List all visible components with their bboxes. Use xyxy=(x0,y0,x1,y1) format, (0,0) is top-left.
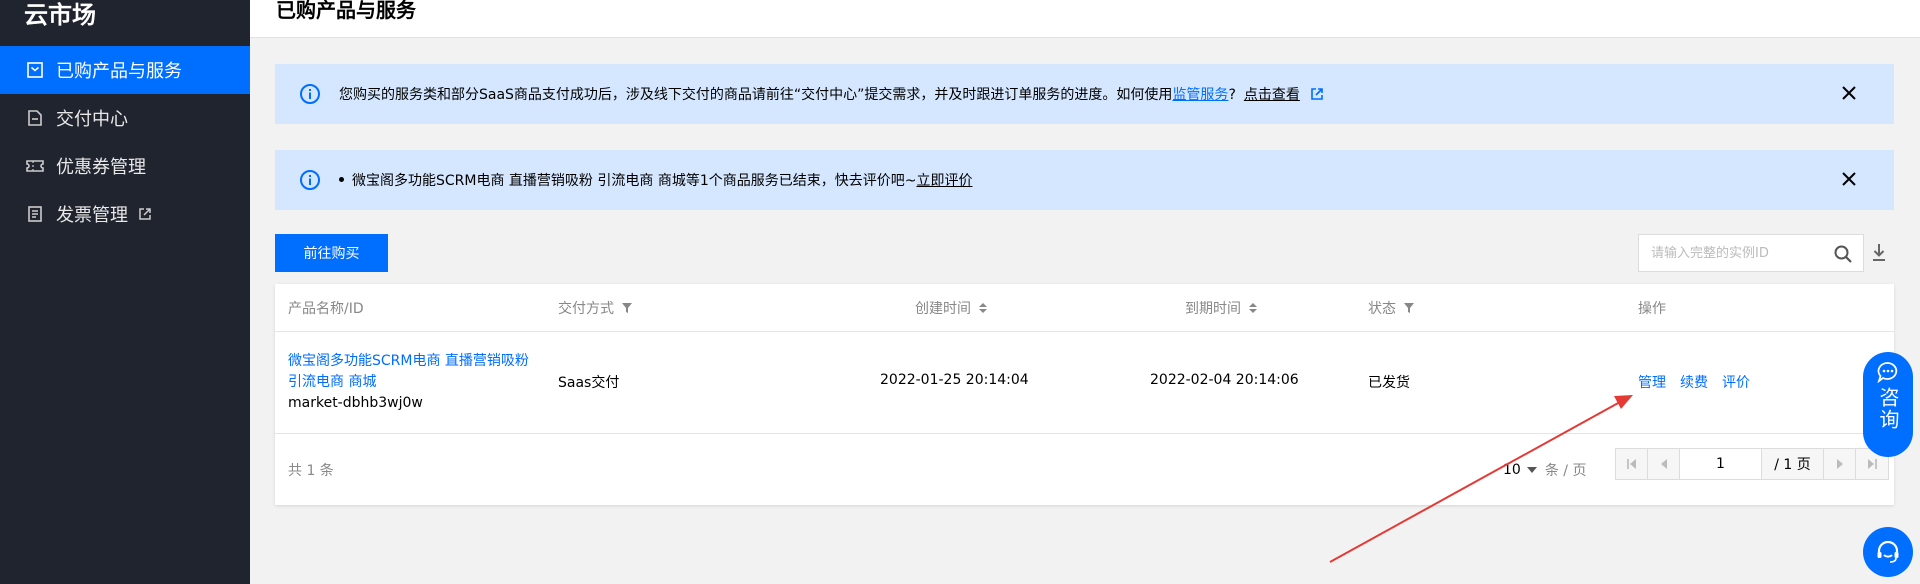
sort-icon[interactable] xyxy=(1248,302,1258,314)
next-page-button[interactable] xyxy=(1824,449,1856,479)
column-header-product: 产品名称/ID xyxy=(288,301,364,317)
info-icon xyxy=(300,84,320,104)
notice-banner-supervision: 您购买的服务类和部分SaaS商品支付成功后，涉及线下交付的商品请前往“交付中心”… xyxy=(275,64,1894,124)
caret-down-icon xyxy=(1526,467,1537,473)
external-link-icon xyxy=(138,207,152,221)
delivery-method: Saas交付 xyxy=(558,375,620,391)
column-header-expires[interactable]: 到期时间 xyxy=(1185,298,1258,318)
chevron-left-icon xyxy=(1660,459,1667,469)
close-icon[interactable] xyxy=(1840,170,1858,188)
sidebar-item-label: 优惠券管理 xyxy=(56,157,146,178)
manage-link[interactable]: 管理 xyxy=(1638,375,1666,391)
chat-bubble-icon xyxy=(1877,362,1898,383)
search-icon[interactable] xyxy=(1833,244,1853,264)
notice-text: 微宝阁多功能SCRM电商 直播营销吸粉 引流电商 商城等1个商品服务已结束，快去… xyxy=(339,170,972,190)
table-row: 微宝阁多功能SCRM电商 直播营销吸粉 引流电商 商城 market-dbhb3… xyxy=(275,332,1894,434)
product-id: market-dbhb3wj0w xyxy=(288,395,423,411)
renew-link[interactable]: 续费 xyxy=(1680,375,1708,391)
search-input[interactable] xyxy=(1639,236,1819,270)
sidebar-item-coupon[interactable]: 优惠券管理 xyxy=(0,142,250,190)
page-size-select[interactable]: 10 条 / 页 xyxy=(1503,460,1586,480)
total-count: 共 1 条 xyxy=(288,463,334,479)
coupon-icon xyxy=(26,157,44,175)
brand-title: 云市场 xyxy=(24,1,96,29)
first-page-icon xyxy=(1626,459,1636,469)
sidebar-item-delivery[interactable]: 交付中心 xyxy=(0,94,250,142)
bullet-dot xyxy=(339,177,344,182)
notice-text: 您购买的服务类和部分SaaS商品支付成功后，涉及线下交付的商品请前往“交付中心”… xyxy=(339,84,1324,104)
sidebar: 云市场 已购产品与服务 交付中心 优惠券管理 发票管理 xyxy=(0,0,250,584)
notice-banner-review: 微宝阁多功能SCRM电商 直播营销吸粉 引流电商 商城等1个商品服务已结束，快去… xyxy=(275,150,1894,210)
column-header-status: 状态 xyxy=(1368,298,1415,318)
sidebar-item-purchased[interactable]: 已购产品与服务 xyxy=(0,46,250,94)
download-icon[interactable] xyxy=(1870,242,1888,262)
expire-time: 2022-02-04 20:14:06 xyxy=(1150,372,1299,388)
page-size-value: 10 xyxy=(1503,462,1521,478)
row-actions: 管理 续费 评价 xyxy=(1638,372,1764,392)
product-cell: 微宝阁多功能SCRM电商 直播营销吸粉 引流电商 商城 market-dbhb3… xyxy=(288,351,543,414)
go-purchase-button[interactable]: 前往购买 xyxy=(275,234,388,272)
created-time: 2022-01-25 20:14:04 xyxy=(880,372,1029,388)
first-page-button[interactable] xyxy=(1616,449,1648,479)
page-count: / 1 页 xyxy=(1762,449,1824,479)
page-header: 已购产品与服务 xyxy=(250,0,1920,38)
filter-icon[interactable] xyxy=(621,302,633,314)
product-table: 产品名称/ID 交付方式 创建时间 到期时间 状态 操作 微宝阁多功能SCRM电… xyxy=(275,284,1894,505)
sidebar-nav: 已购产品与服务 交付中心 优惠券管理 发票管理 xyxy=(0,46,250,238)
filter-icon[interactable] xyxy=(1403,302,1415,314)
consult-button[interactable]: 咨询 xyxy=(1863,352,1913,457)
view-details-link[interactable]: 点击查看 xyxy=(1244,87,1300,103)
column-header-actions: 操作 xyxy=(1638,301,1666,317)
delivery-icon xyxy=(26,109,44,127)
column-header-delivery: 交付方式 xyxy=(558,298,633,318)
sort-icon[interactable] xyxy=(978,302,988,314)
instance-search xyxy=(1638,234,1864,272)
pagination: / 1 页 xyxy=(1615,448,1889,480)
purchased-icon xyxy=(26,61,44,79)
invoice-icon xyxy=(26,205,44,223)
page-size-unit: 条 / 页 xyxy=(1544,463,1587,479)
chevron-right-icon xyxy=(1836,459,1843,469)
sidebar-item-invoice[interactable]: 发票管理 xyxy=(0,190,250,238)
headset-icon xyxy=(1877,540,1899,563)
external-link-icon xyxy=(1311,88,1324,100)
sidebar-item-label: 发票管理 xyxy=(56,205,128,226)
column-header-created[interactable]: 创建时间 xyxy=(915,298,988,318)
supervision-service-link[interactable]: 监管服务 xyxy=(1172,87,1228,103)
product-name-link[interactable]: 微宝阁多功能SCRM电商 直播营销吸粉 引流电商 商城 xyxy=(288,351,543,393)
page-title: 已购产品与服务 xyxy=(276,0,416,22)
info-icon xyxy=(300,170,320,190)
last-page-icon xyxy=(1868,459,1877,469)
consult-label: 咨询 xyxy=(1876,387,1900,431)
page-number-input[interactable] xyxy=(1680,449,1762,479)
table-header: 产品名称/ID 交付方式 创建时间 到期时间 状态 操作 xyxy=(275,284,1894,332)
sidebar-item-label: 已购产品与服务 xyxy=(56,61,182,82)
prev-page-button[interactable] xyxy=(1648,449,1680,479)
review-now-link[interactable]: 立即评价 xyxy=(916,173,972,189)
status-badge: 已发货 xyxy=(1368,375,1410,391)
sidebar-item-label: 交付中心 xyxy=(56,109,128,130)
close-icon[interactable] xyxy=(1840,84,1858,102)
support-button[interactable] xyxy=(1863,527,1913,577)
review-link[interactable]: 评价 xyxy=(1722,375,1750,391)
table-footer: 共 1 条 10 条 / 页 / 1 页 xyxy=(275,434,1894,505)
